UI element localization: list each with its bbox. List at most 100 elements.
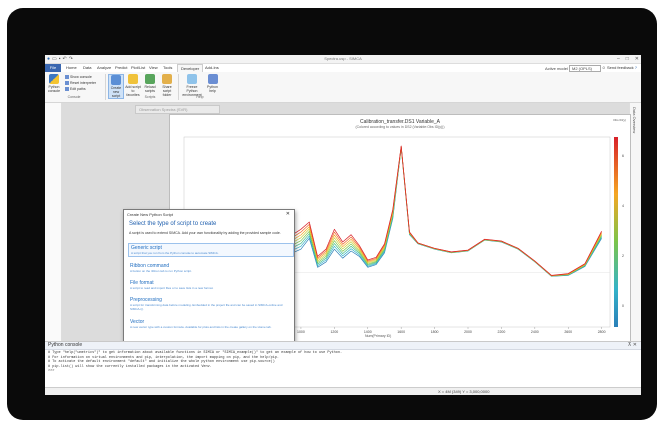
ribbon-tabs: File Home Data Analyze Predict Plot/List…: [45, 64, 641, 72]
tab-analyze[interactable]: Analyze: [97, 65, 111, 70]
add-to-favorites-button[interactable]: Add script to favorites: [125, 74, 141, 97]
dialog-description: A script is used to extend SIMCA. Add yo…: [129, 231, 281, 235]
option-ribbon-command[interactable]: Ribbon command A button on the ribbon ta…: [128, 262, 292, 274]
option-generic-script[interactable]: Generic script A script that you run fro…: [128, 243, 294, 257]
active-model: Active model M2 (OPLS): [545, 65, 601, 72]
help-group-label: Help: [196, 95, 204, 99]
active-model-label: Active model: [544, 66, 568, 71]
colorbar-tick-label: 0: [622, 304, 624, 308]
tab-add-ins[interactable]: Add-Ins: [205, 65, 219, 70]
status-coordinates: X = 4M (349) Y = 3,000,0000: [438, 389, 490, 394]
create-script-label: Create new script: [110, 86, 122, 98]
scripts-group-label: Scripts: [144, 95, 156, 99]
python-console-button[interactable]: Python console: [47, 74, 61, 93]
x-tick-label: 2600: [564, 330, 572, 334]
x-tick-label: 1000: [297, 330, 305, 334]
console-output[interactable]: # Type "help("umetrics")" to get informa…: [48, 351, 342, 374]
option-description: A script for transforming data before mo…: [130, 303, 283, 311]
reset-interpreter-button[interactable]: Reset interpreter: [65, 81, 96, 85]
colorbar-tick-label: 2: [622, 254, 624, 258]
x-axis-label: Num(Primary ID): [365, 334, 392, 338]
tab-tools[interactable]: Tools: [163, 65, 172, 70]
minimize-icon[interactable]: –: [617, 56, 620, 62]
edit-paths-button[interactable]: Edit paths: [65, 87, 86, 91]
option-preprocessing[interactable]: Preprocessing A script for transforming …: [128, 296, 292, 312]
tab-developer[interactable]: Developer: [177, 64, 204, 72]
freeze-environment-button[interactable]: Freeze Python environment: [181, 74, 203, 97]
option-file-format[interactable]: File format A script to read and import …: [128, 279, 292, 291]
feedback-link[interactable]: ☺ Send feedback ?: [602, 65, 637, 70]
reload-icon: [145, 74, 155, 84]
background-document-tab[interactable]: Observation Spectra (SVR): [135, 105, 220, 114]
reset-icon: [65, 81, 69, 85]
option-description: A script that you run from the Python co…: [131, 251, 219, 255]
data-overview-label: Data Overview: [632, 107, 637, 134]
smiley-icon: ☺: [601, 65, 606, 70]
help-icon[interactable]: ?: [635, 65, 637, 70]
show-console-button[interactable]: Show console: [65, 75, 92, 79]
title-bar: ● ▭ ▪ ↶ ↷ Spectra.usp - SIMCA – □ ✕: [45, 55, 641, 64]
x-tick-label: 1800: [431, 330, 439, 334]
option-description: A new vector type with a custom formula.…: [130, 325, 272, 329]
reset-interpreter-label: Reset interpreter: [70, 81, 97, 85]
console-prompt: >>>: [48, 369, 55, 373]
help-book-icon: [207, 74, 218, 84]
reload-scripts-label: Reload scripts: [144, 85, 156, 93]
x-tick-label: 2400: [531, 330, 539, 334]
close-icon[interactable]: ✕: [286, 211, 290, 217]
python-console: Python console ⊼ ✕ # Type "help("umetric…: [45, 341, 641, 388]
feedback-label: Send feedback: [606, 65, 634, 70]
option-vector[interactable]: Vector A new vector type with a custom f…: [128, 318, 292, 330]
pin-icon[interactable]: ⊼ ✕: [628, 342, 637, 349]
close-icon[interactable]: ✕: [635, 56, 639, 62]
x-tick-label: 2200: [498, 330, 506, 334]
reload-scripts-button[interactable]: Reload scripts: [144, 74, 156, 93]
option-description: A script to read and import files or to …: [130, 286, 214, 290]
python-help-label: Python help: [207, 85, 218, 93]
tab-data[interactable]: Data: [83, 65, 91, 70]
console-title: Python console: [48, 342, 83, 348]
console-group-label: Console: [67, 95, 81, 99]
ribbon: Python console Show console Reset interp…: [45, 72, 641, 103]
python-icon: [49, 74, 59, 84]
console-icon: [65, 75, 69, 79]
paths-icon: [65, 87, 69, 91]
tab-plot-list[interactable]: Plot/List: [131, 65, 145, 70]
app-window: ● ▭ ▪ ↶ ↷ Spectra.usp - SIMCA – □ ✕ File…: [45, 55, 641, 395]
tab-file[interactable]: File: [45, 64, 61, 72]
star-icon: [128, 74, 138, 84]
window-controls: – □ ✕: [617, 56, 639, 62]
create-script-dialog: Create New Python Script ✕ Select the ty…: [123, 209, 295, 359]
x-tick-label: 1600: [397, 330, 405, 334]
active-model-select[interactable]: M2 (OPLS): [569, 65, 601, 72]
x-tick-label: 2800: [598, 330, 606, 334]
share-script-folder-button[interactable]: Share script folder: [159, 74, 175, 97]
option-description: A button on the ribbon tab to run Python…: [130, 269, 192, 273]
device-bezel: ● ▭ ▪ ↶ ↷ Spectra.usp - SIMCA – □ ✕ File…: [7, 8, 657, 420]
python-help-button[interactable]: Python help: [206, 74, 219, 93]
window-title: Spectra.usp - SIMCA: [324, 56, 362, 61]
x-tick-label: 1200: [330, 330, 338, 334]
workspace: Observation Spectra (SVR) Calibration_tr…: [62, 103, 631, 359]
navigation-pane: [45, 103, 62, 341]
ribbon-separator: [178, 74, 179, 100]
edit-paths-label: Edit paths: [70, 87, 86, 91]
tab-predict[interactable]: Predict: [115, 65, 127, 70]
tab-view[interactable]: View: [149, 65, 158, 70]
dialog-title: Create New Python Script: [127, 212, 174, 217]
dialog-heading: Select the type of script to create: [129, 221, 217, 227]
snowflake-icon: [187, 74, 197, 84]
tab-home[interactable]: Home: [66, 65, 77, 70]
folder-icon: [162, 74, 172, 84]
python-console-label: Python console: [47, 85, 61, 93]
status-bar: X = 4M (349) Y = 3,000,0000: [45, 387, 641, 395]
colorbar: [614, 137, 618, 327]
colorbar-tick-label: 4: [622, 204, 624, 208]
x-tick-label: 2000: [464, 330, 472, 334]
create-script-button[interactable]: Create new script: [108, 74, 124, 99]
console-line: # Type "help("umetrics")" to get informa…: [48, 351, 343, 355]
show-console-label: Show console: [70, 75, 92, 79]
new-script-icon: [111, 75, 121, 85]
maximize-icon[interactable]: □: [626, 56, 629, 62]
console-header: Python console ⊼ ✕: [45, 342, 641, 350]
